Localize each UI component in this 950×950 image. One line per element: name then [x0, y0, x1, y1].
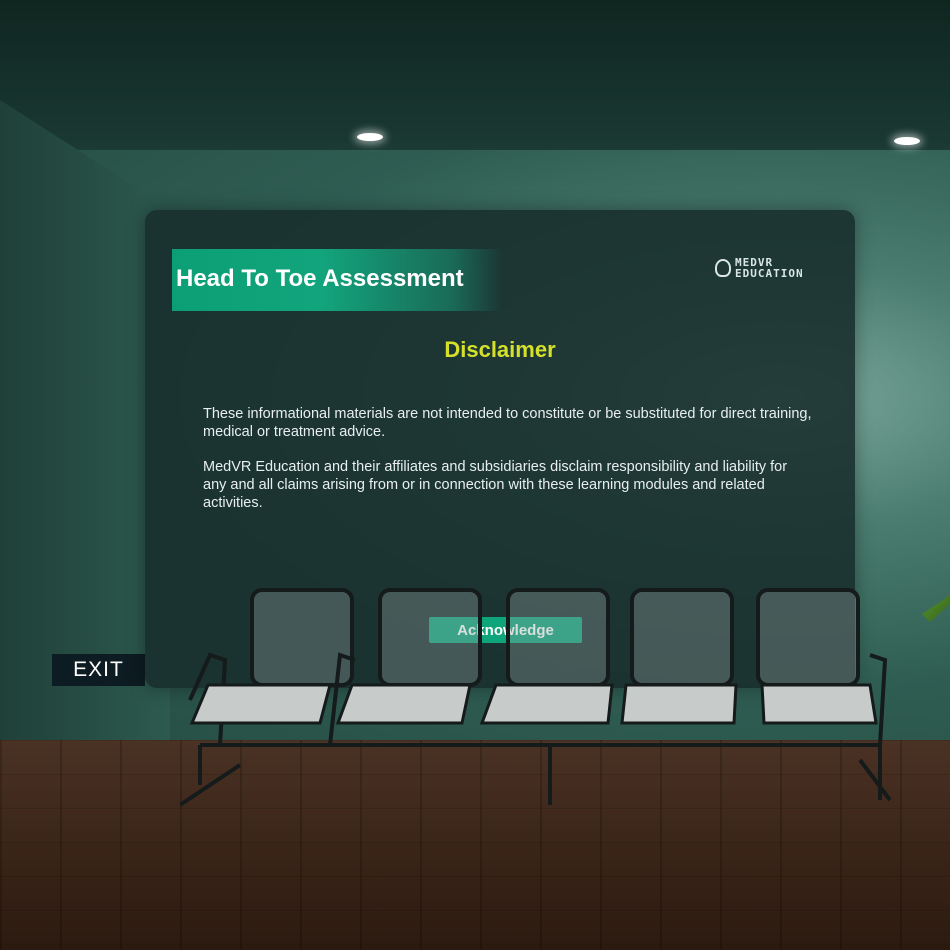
disclaimer-heading: Disclaimer [444, 337, 556, 362]
medvr-logo: MEDVR EDUCATION [715, 257, 804, 279]
vr-headset-icon [715, 259, 731, 277]
disclaimer-panel: Head To Toe Assessment MEDVR EDUCATION D… [145, 210, 855, 688]
disclaimer-paragraph-1: These informational materials are not in… [203, 406, 812, 440]
vr-waiting-room-scene: EXIT Head To Toe Assessment MEDVR EDUCAT… [0, 0, 950, 950]
exit-sign[interactable]: EXIT [52, 654, 145, 686]
ceiling-light [357, 133, 383, 141]
wood-floor [0, 740, 950, 950]
ceiling-light [894, 137, 920, 145]
logo-line-2: EDUCATION [735, 267, 804, 280]
acknowledge-button[interactable]: Acknowledge [429, 617, 582, 643]
disclaimer-paragraph-2: MedVR Education and their affiliates and… [203, 459, 788, 511]
module-title: Head To Toe Assessment [176, 265, 464, 292]
